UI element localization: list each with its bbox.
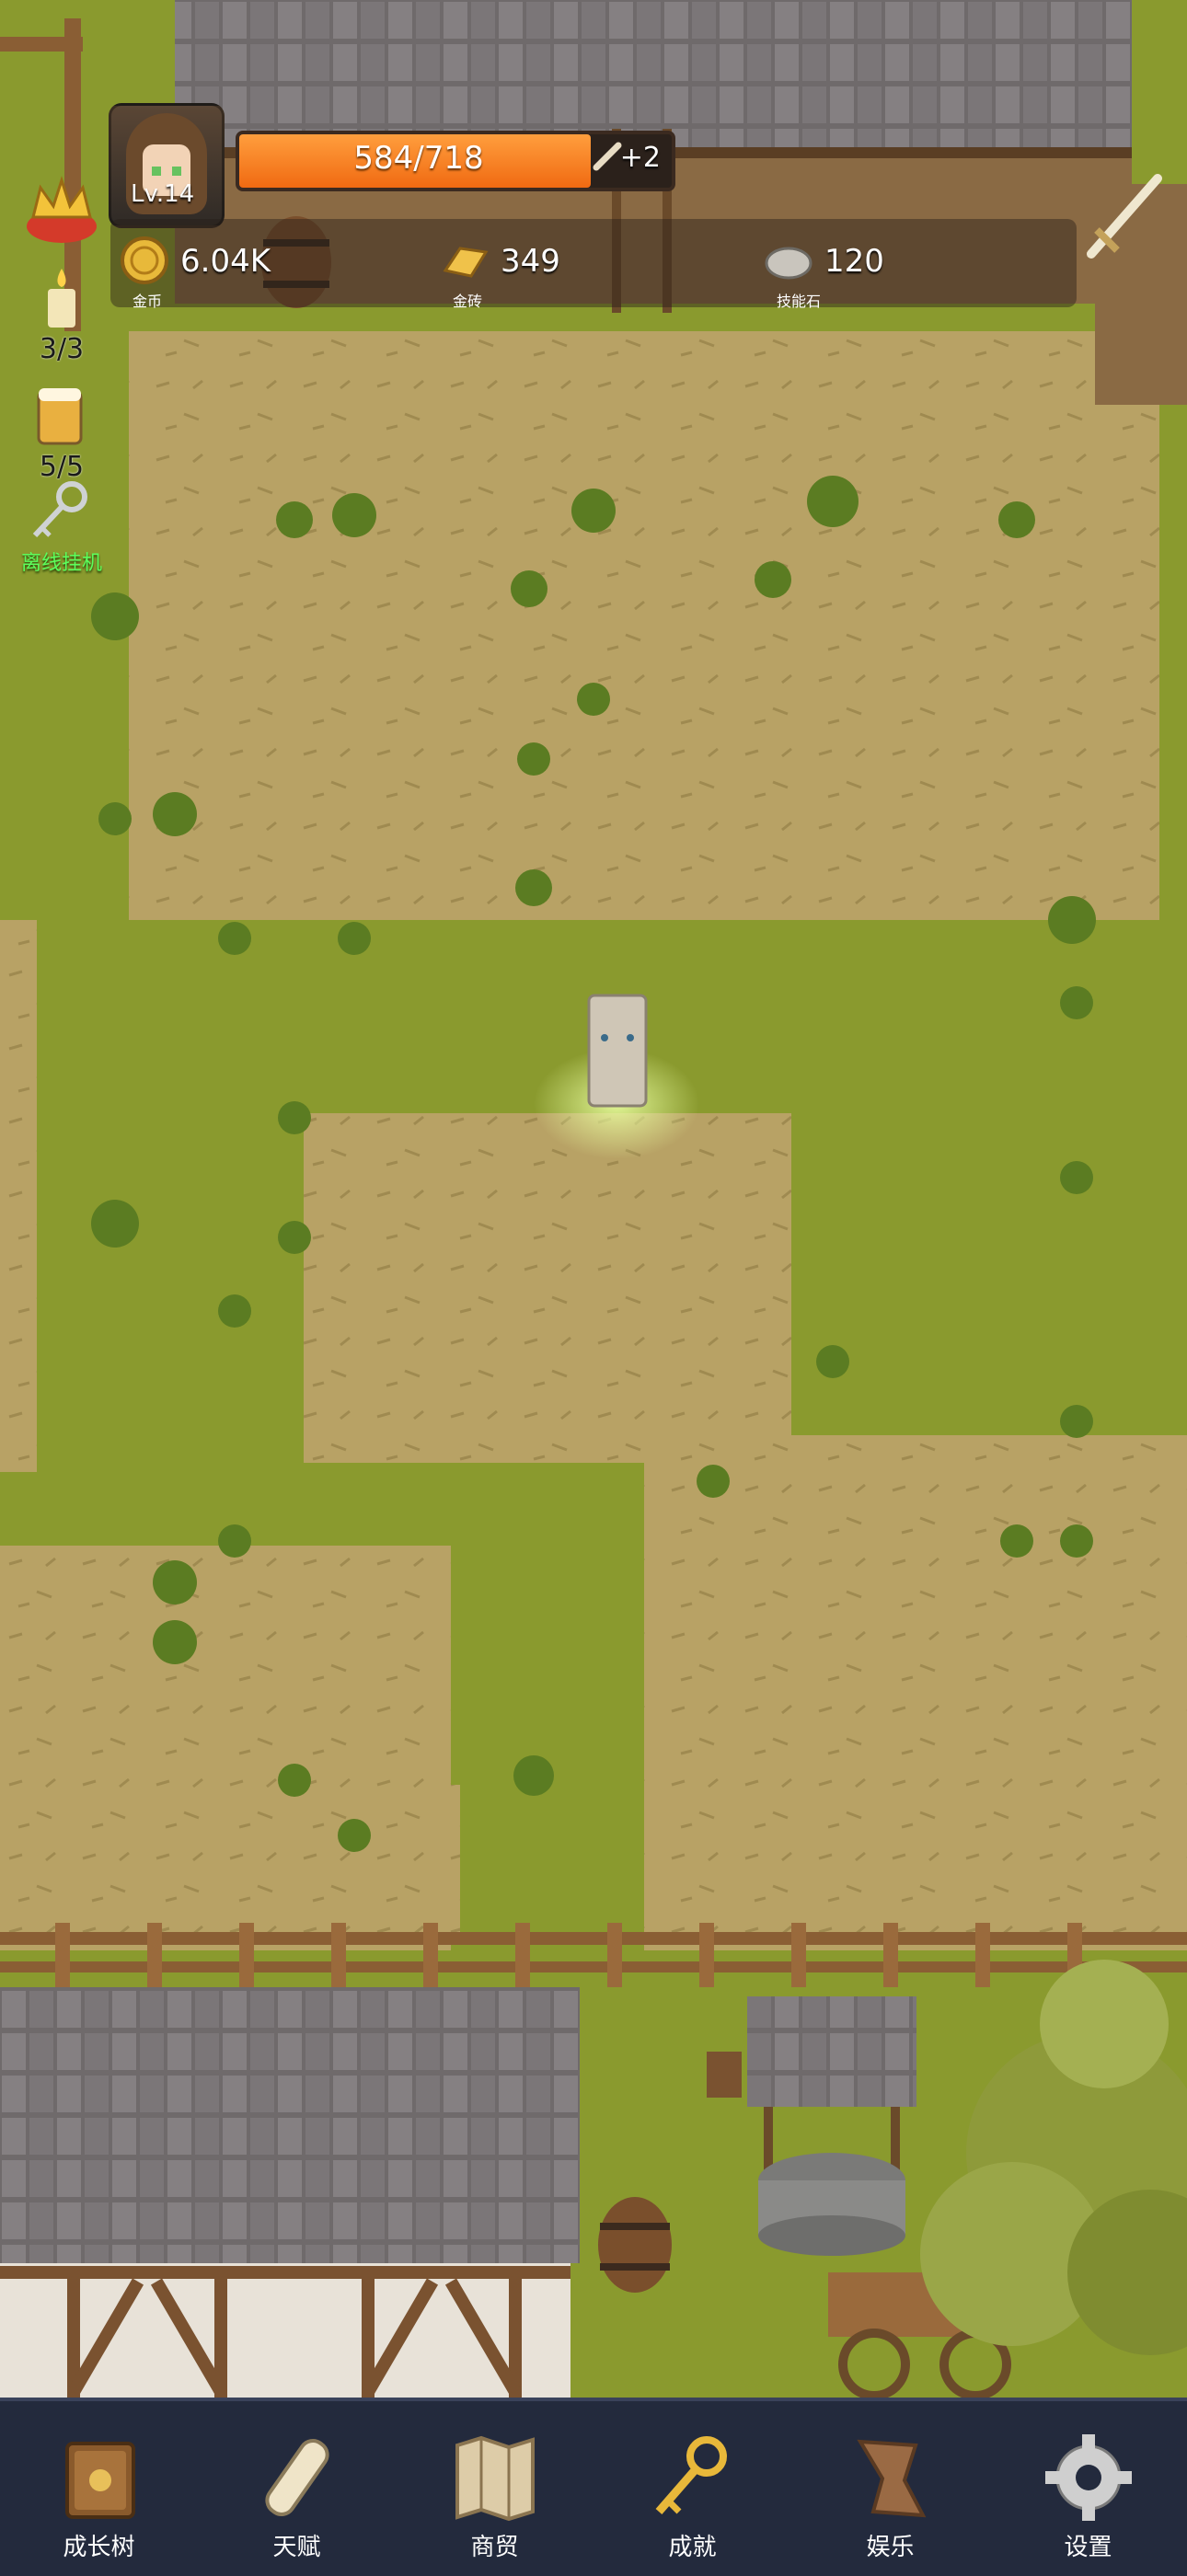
bone-icon	[593, 142, 622, 171]
crown-button[interactable]	[20, 171, 103, 252]
parchment-icon	[856, 2439, 926, 2518]
nav-label: 天赋	[272, 2534, 321, 2561]
player-avatar[interactable]	[109, 103, 225, 228]
idle-key-button[interactable]: 离线挂机	[11, 478, 112, 576]
map-icon	[455, 2435, 535, 2522]
nav-trade[interactable]: 商贸	[396, 2401, 594, 2576]
gold-coin-icon	[121, 236, 168, 284]
gold-brick-label: 金砖	[453, 293, 483, 310]
skill-stone-icon	[765, 247, 812, 280]
resource-gold-coin[interactable]: 6.04K 金币	[120, 230, 322, 310]
resource-gold-brick[interactable]: 349 金砖	[440, 230, 605, 310]
game-scene	[0, 0, 1187, 2572]
scroll-icon	[264, 2439, 329, 2516]
crown-icon	[27, 176, 97, 243]
gold-coin-value: 6.04K	[180, 243, 271, 280]
nav-talent[interactable]: 天赋	[198, 2401, 396, 2576]
skill-stone-value: 120	[824, 243, 884, 280]
key-icon	[655, 2436, 727, 2514]
candle-count: 3/3	[39, 333, 85, 365]
bottom-nav: 成长树 天赋 商贸 成就 娱乐 设置	[0, 2398, 1187, 2576]
hp-bonus: +2	[619, 142, 661, 174]
resource-skill-stone[interactable]: 120 技能石	[764, 230, 929, 310]
player-level: Lv.14	[131, 180, 195, 208]
nav-entertainment[interactable]: 娱乐	[791, 2401, 989, 2576]
gold-brick-icon	[443, 247, 489, 278]
skill-stone-label: 技能石	[777, 293, 822, 310]
hp-value: 584/718	[353, 140, 484, 177]
nav-label: 设置	[1064, 2534, 1112, 2561]
nav-label: 商贸	[470, 2534, 519, 2561]
gear-icon	[1044, 2434, 1132, 2521]
idle-label: 离线挂机	[20, 552, 102, 575]
sword-icon	[1087, 174, 1162, 259]
gold-coin-label: 金币	[133, 293, 163, 310]
book-icon	[64, 2442, 135, 2519]
nav-label: 成长树	[63, 2534, 135, 2561]
beer-button[interactable]: 5/5	[20, 383, 103, 483]
nav-label: 成就	[668, 2534, 717, 2561]
nav-achievement[interactable]: 成就	[594, 2401, 791, 2576]
gold-brick-value: 349	[501, 243, 560, 280]
candle-icon	[48, 269, 75, 328]
idle-key-icon	[32, 481, 87, 538]
nav-settings[interactable]: 设置	[989, 2401, 1187, 2576]
candle-button[interactable]: 3/3	[20, 265, 103, 365]
nav-label: 娱乐	[866, 2534, 915, 2561]
beer-mug-icon	[37, 388, 83, 445]
nav-growth-tree[interactable]: 成长树	[0, 2401, 198, 2576]
